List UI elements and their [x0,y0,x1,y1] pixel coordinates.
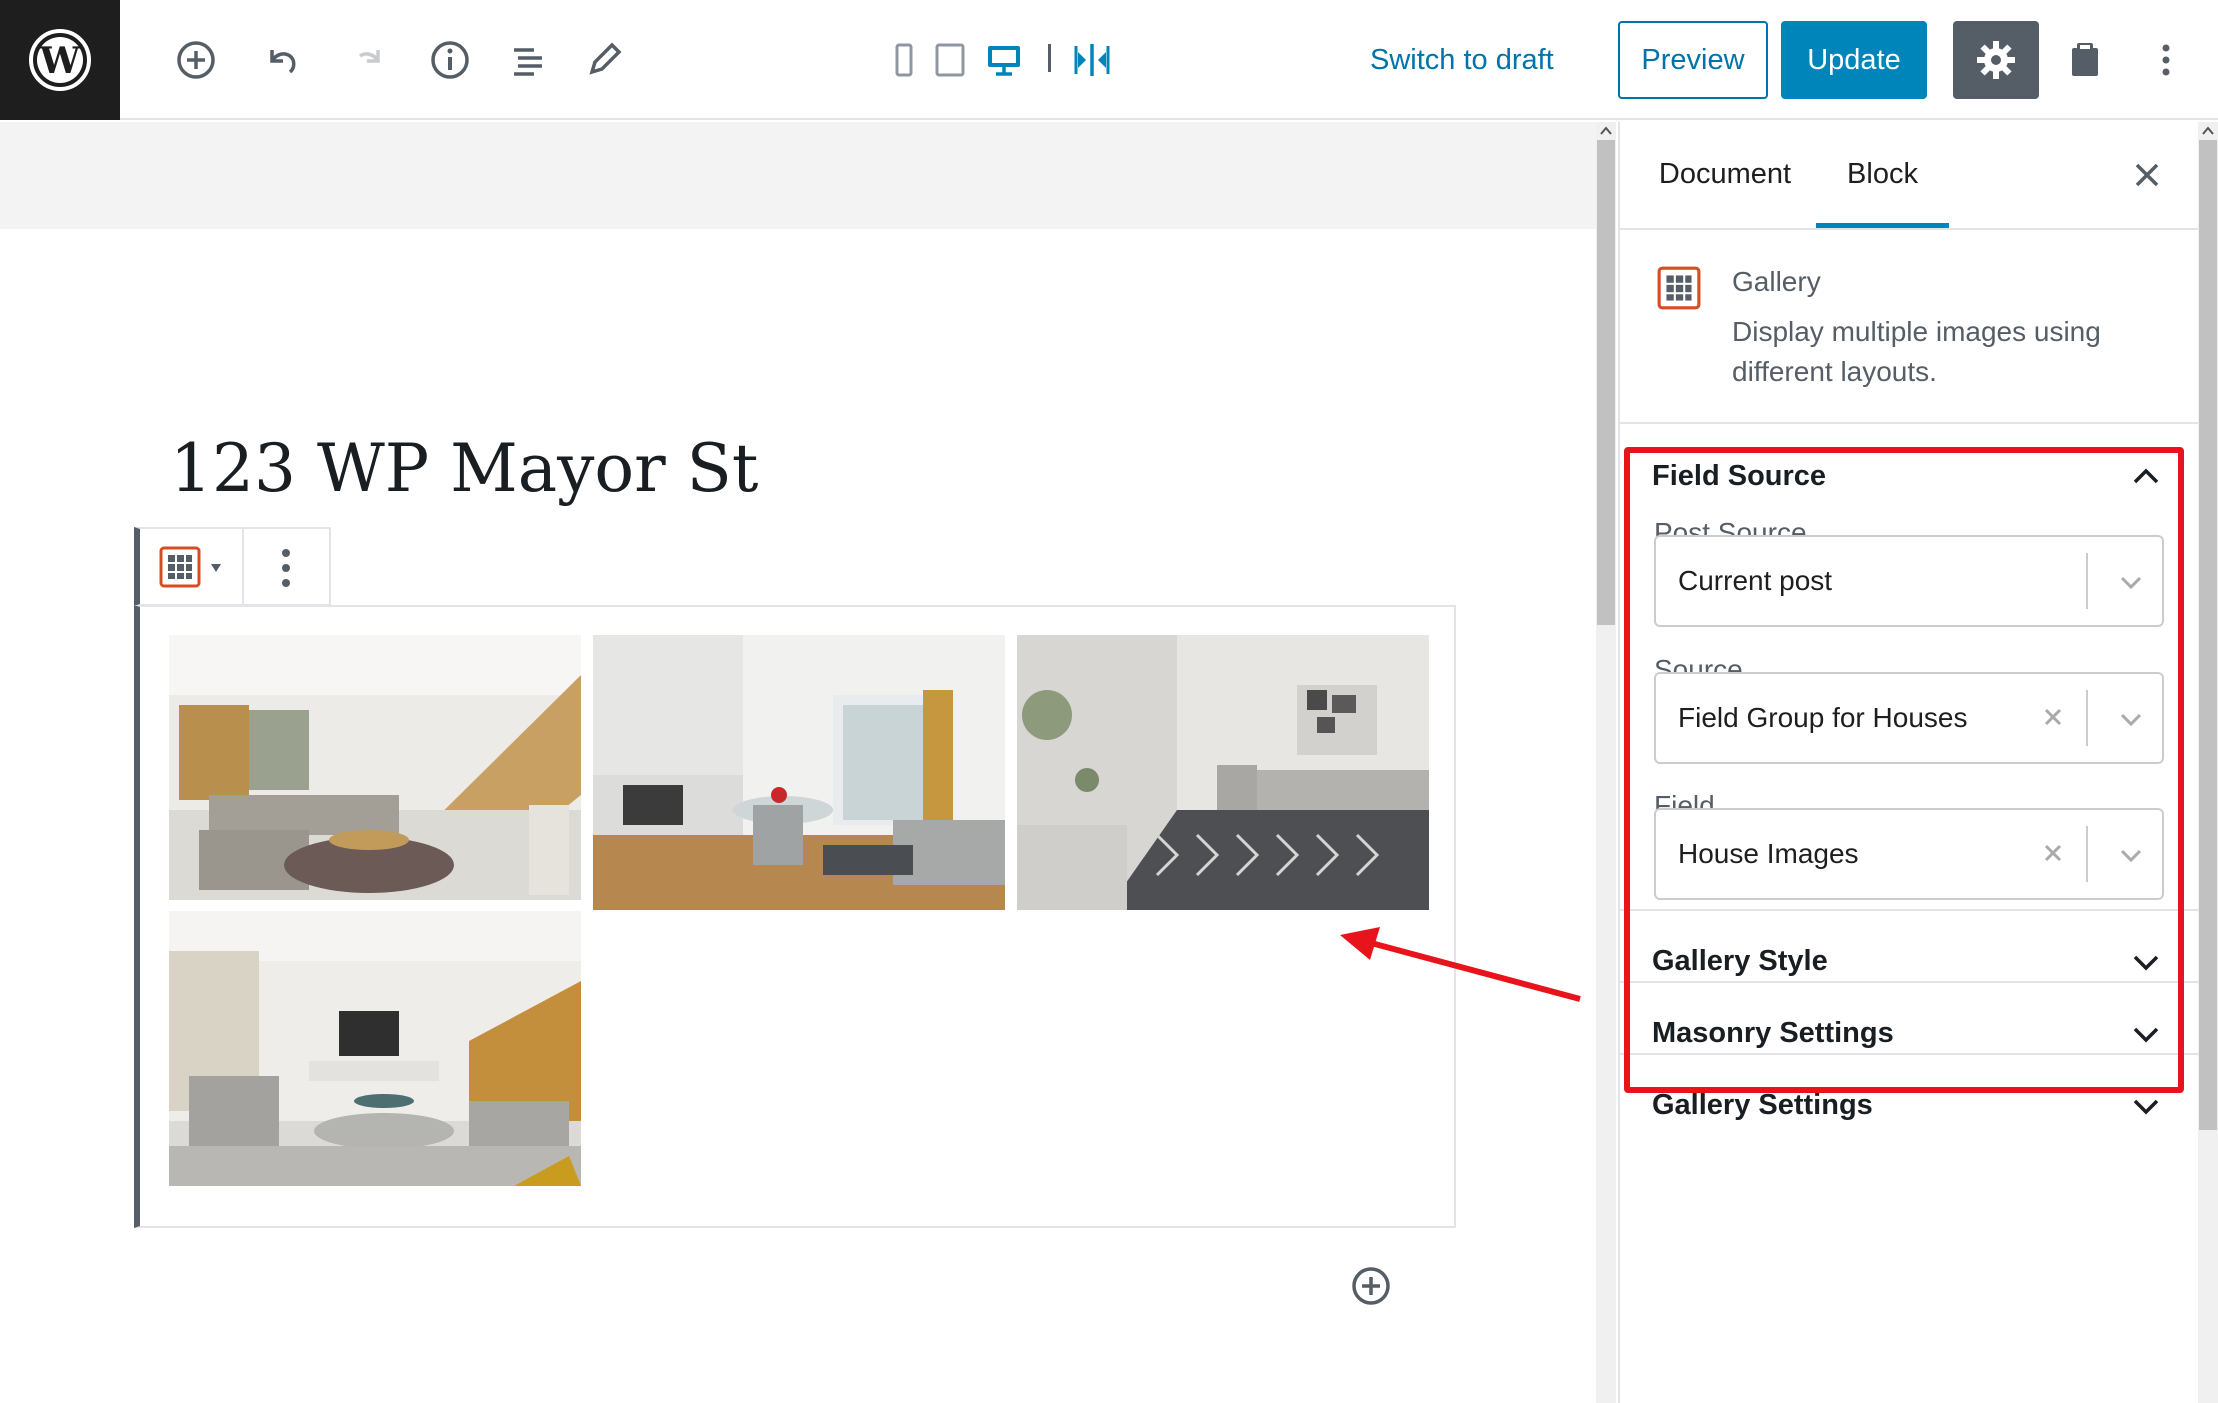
editor-header: W Switch to draft Preview Update [0,0,2218,120]
annotation-highlight-box [1624,447,2184,1093]
tablet-preview-icon[interactable] [920,30,980,90]
toolbar-divider [1048,44,1051,72]
gallery-block-icon [1656,265,1702,311]
scroll-up-arrow-icon[interactable] [1598,124,1614,138]
block-navigation-icon[interactable] [498,30,558,90]
editor-scrollbar-thumb[interactable] [1597,140,1615,625]
more-options-icon[interactable] [2136,30,2196,90]
caret-down-icon[interactable] [210,563,222,573]
annotation-arrow-icon [1340,927,1581,1002]
scroll-up-arrow-icon[interactable] [2200,124,2216,138]
gallery-image[interactable] [169,635,581,900]
gallery-image[interactable] [169,911,581,1186]
add-block-icon[interactable] [166,30,226,90]
block-card-title: Gallery [1732,266,1821,297]
info-icon[interactable] [420,30,480,90]
settings-gear-icon[interactable] [1953,21,2039,99]
plugin-clipboard-icon[interactable] [2055,30,2115,90]
post-title[interactable]: 123 WP Mayor St [170,430,758,507]
wordpress-logo-icon[interactable]: W [0,0,120,120]
block-card-description: Display multiple images using [1732,316,2101,347]
gallery-block[interactable] [134,605,1456,1228]
gallery-image[interactable] [593,635,1005,910]
edit-pencil-icon[interactable] [574,30,634,90]
redo-icon[interactable] [338,30,398,90]
svg-text:W: W [39,40,81,82]
tab-document[interactable]: Document [1652,122,1798,227]
divider [1620,422,2200,424]
editor-top-region [0,122,1596,229]
sidebar-scrollbar-thumb[interactable] [2199,140,2217,1130]
gallery-block-icon[interactable] [158,545,202,589]
chevron-down-icon[interactable] [2130,1090,2162,1122]
toolbar-separator [242,529,244,604]
tabs-divider [1620,228,2200,230]
block-card-description: different layouts. [1732,356,1937,387]
undo-icon[interactable] [252,30,312,90]
update-button[interactable]: Update [1781,21,1927,99]
close-icon[interactable] [2132,160,2162,190]
add-block-icon[interactable] [1350,1265,1392,1307]
preview-button[interactable]: Preview [1618,21,1768,99]
tab-block[interactable]: Block [1816,122,1949,227]
gallery-image[interactable] [1017,635,1429,910]
split-view-icon[interactable] [1062,30,1122,90]
block-toolbar [134,527,331,606]
block-more-options-icon[interactable] [280,547,292,589]
desktop-preview-icon[interactable] [974,30,1034,90]
switch-to-draft-button[interactable]: Switch to draft [1370,30,1554,90]
